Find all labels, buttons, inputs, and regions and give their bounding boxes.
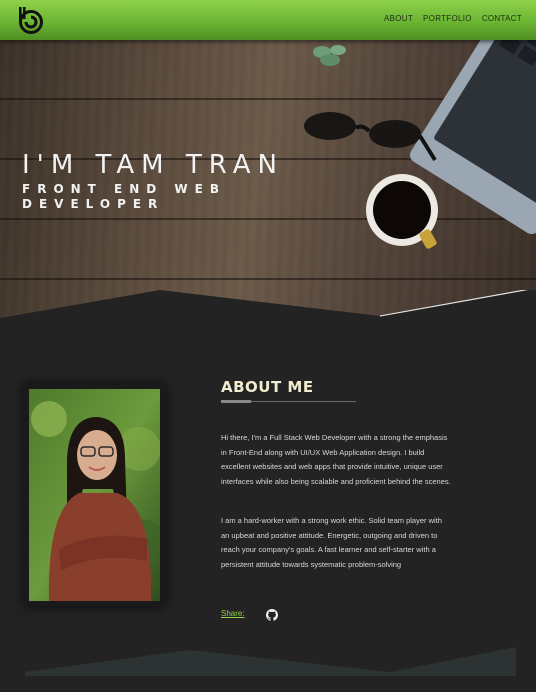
plant-image: [313, 45, 346, 66]
share-link[interactable]: Share:: [221, 609, 245, 618]
bio-paragraph-1: Hi there, I'm a Full Stack Web Developer…: [221, 433, 451, 486]
power-logo-icon[interactable]: [14, 5, 46, 35]
hero-section: I'M TAM TRAN FRONT END WEB DEVELOPER: [0, 40, 536, 330]
github-icon[interactable]: [266, 609, 278, 621]
nav-links: ABOUT PORTFOLIO CONTACT: [384, 14, 522, 23]
hero-title: I'M TAM TRAN: [22, 150, 284, 180]
about-heading: ABOUT ME: [221, 378, 314, 396]
navbar: ABOUT PORTFOLIO CONTACT: [0, 0, 536, 40]
footer-divider: [0, 647, 536, 692]
nav-link-portfolio[interactable]: PORTFOLIO: [423, 14, 472, 23]
profile-photo-frame: [24, 384, 165, 606]
nav-link-about[interactable]: ABOUT: [384, 14, 413, 23]
coffee-cup-image: [366, 174, 438, 249]
hero-divider: [0, 290, 536, 330]
heading-accent-bar: [221, 400, 251, 403]
bio-paragraph-2: I am a hard-worker with a strong work et…: [221, 516, 442, 569]
nav-link-contact[interactable]: CONTACT: [482, 14, 522, 23]
hero-subtitle: FRONT END WEB DEVELOPER: [22, 182, 227, 211]
profile-photo: [29, 389, 160, 601]
eyeglasses-image: [304, 112, 437, 162]
